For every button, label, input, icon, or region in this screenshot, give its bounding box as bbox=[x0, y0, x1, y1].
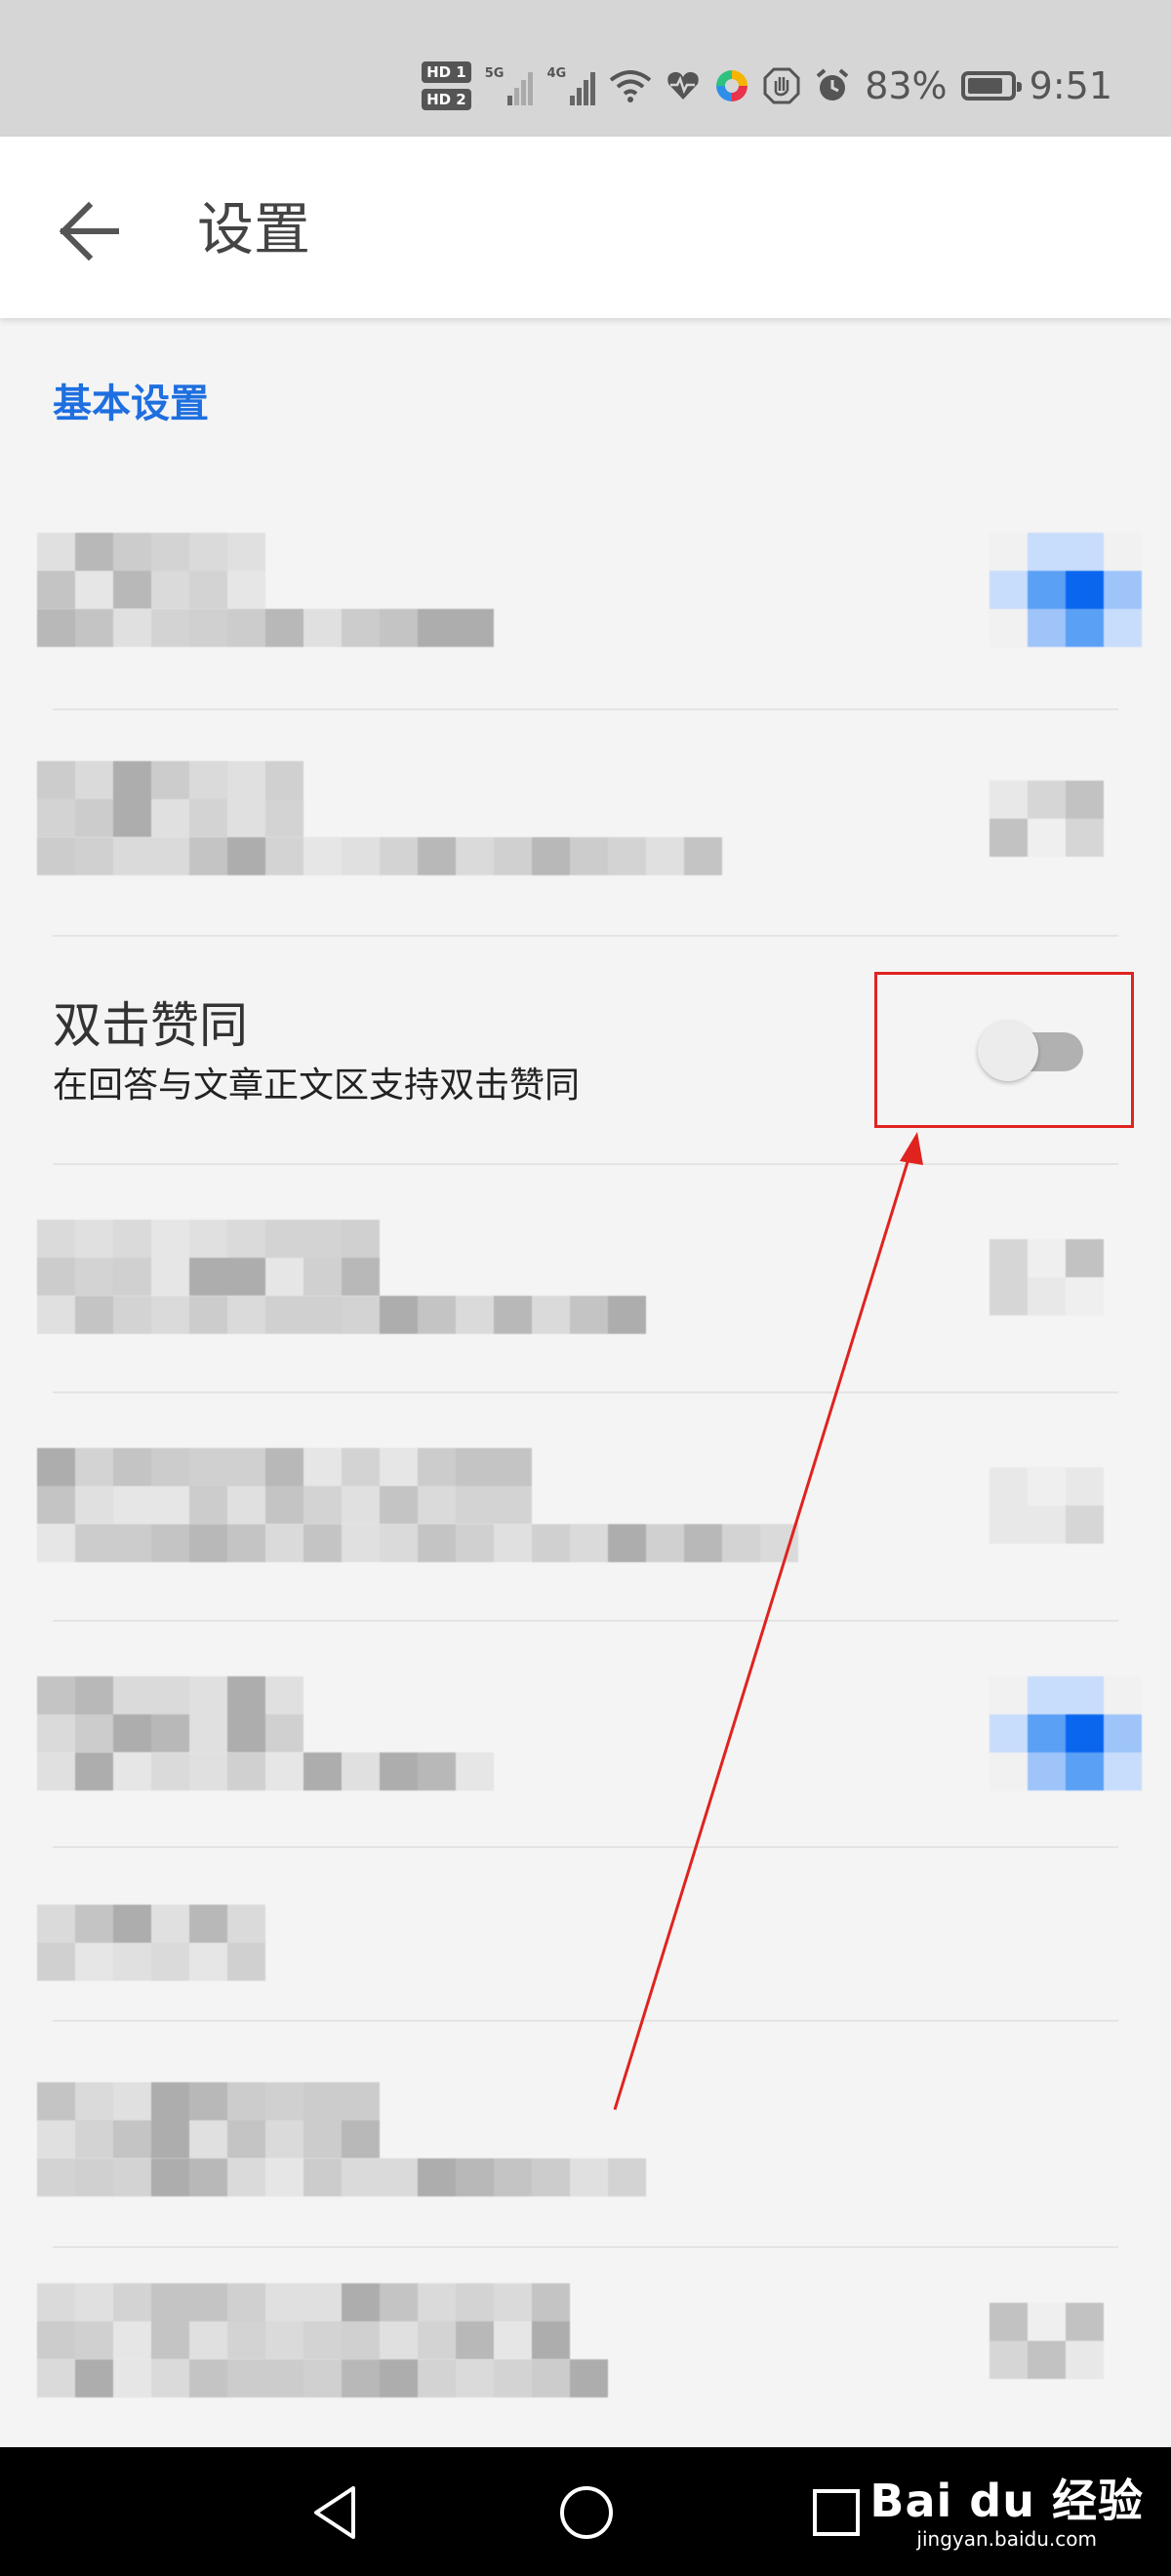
censored-title bbox=[37, 1676, 303, 1752]
recents-square-icon[interactable] bbox=[806, 2482, 867, 2543]
divider bbox=[53, 2246, 1118, 2248]
wifi-icon bbox=[609, 70, 652, 102]
censored-toggle bbox=[989, 1676, 1142, 1791]
hand-stop-icon bbox=[763, 67, 800, 104]
signal-4g-icon: 4G bbox=[546, 66, 596, 105]
divider bbox=[53, 935, 1118, 937]
censored-subtitle bbox=[37, 609, 494, 647]
censored-title bbox=[37, 1448, 532, 1524]
sim-indicators: HD 1 HD 2 bbox=[422, 61, 471, 110]
censored-toggle bbox=[989, 533, 1142, 647]
battery-icon bbox=[960, 71, 1022, 101]
back-triangle-icon[interactable] bbox=[306, 2482, 367, 2543]
divider bbox=[53, 2020, 1118, 2022]
censored-title bbox=[37, 1220, 380, 1296]
divider bbox=[53, 1620, 1118, 1622]
home-circle-icon[interactable] bbox=[556, 2482, 617, 2543]
censored-subtitle bbox=[37, 837, 722, 875]
watermark-site: jingyan.baidu.com bbox=[916, 2527, 1097, 2551]
divider bbox=[53, 1163, 1118, 1165]
arrow-left-icon[interactable] bbox=[54, 195, 126, 267]
alarm-icon bbox=[816, 68, 849, 101]
sim2-badge: HD 2 bbox=[422, 89, 471, 110]
divider bbox=[53, 1391, 1118, 1393]
setting-subtitle: 在回答与文章正文区支持双击赞同 bbox=[53, 1066, 581, 1106]
battery-percent: 83% bbox=[865, 64, 948, 107]
status-bar: HD 1 HD 2 5G 4G 83% 9:51 bbox=[0, 0, 1171, 137]
battery-level bbox=[967, 78, 1002, 94]
baidu-watermark: Bai du 经验 jingyan.baidu.com bbox=[869, 2475, 1144, 2551]
watermark-brand: Bai du 经验 bbox=[869, 2475, 1144, 2527]
censored-toggle bbox=[989, 1239, 1104, 1315]
divider bbox=[53, 1846, 1118, 1848]
status-icons: HD 1 HD 2 5G 4G 83% 9:51 bbox=[422, 57, 1112, 115]
section-header: 基本设置 bbox=[53, 382, 209, 426]
censored-title bbox=[37, 2082, 380, 2158]
health-icon bbox=[667, 71, 699, 100]
sim1-badge: HD 1 bbox=[422, 61, 471, 83]
censored-subtitle bbox=[37, 1296, 646, 1334]
censored-subtitle bbox=[37, 1524, 798, 1562]
censored-toggle bbox=[989, 1468, 1104, 1544]
annotation-highlight-box bbox=[874, 972, 1134, 1128]
censored-title bbox=[37, 2283, 570, 2359]
censored-subtitle bbox=[37, 2359, 608, 2397]
censored-title bbox=[37, 533, 265, 609]
censored-toggle bbox=[989, 781, 1104, 857]
censored-subtitle bbox=[37, 2158, 646, 2196]
clock: 9:51 bbox=[1029, 64, 1112, 107]
app-bar: 设置 bbox=[0, 137, 1171, 318]
censored-toggle bbox=[989, 2303, 1104, 2379]
censored-subtitle bbox=[37, 1752, 494, 1791]
signal-5g-icon: 5G bbox=[485, 66, 534, 105]
divider bbox=[53, 708, 1118, 710]
color-app-icon bbox=[716, 70, 748, 101]
setting-title: 双击赞同 bbox=[53, 997, 248, 1054]
censored-title bbox=[37, 761, 303, 837]
page-title: 设置 bbox=[197, 196, 311, 262]
censored-title bbox=[37, 1905, 265, 1981]
